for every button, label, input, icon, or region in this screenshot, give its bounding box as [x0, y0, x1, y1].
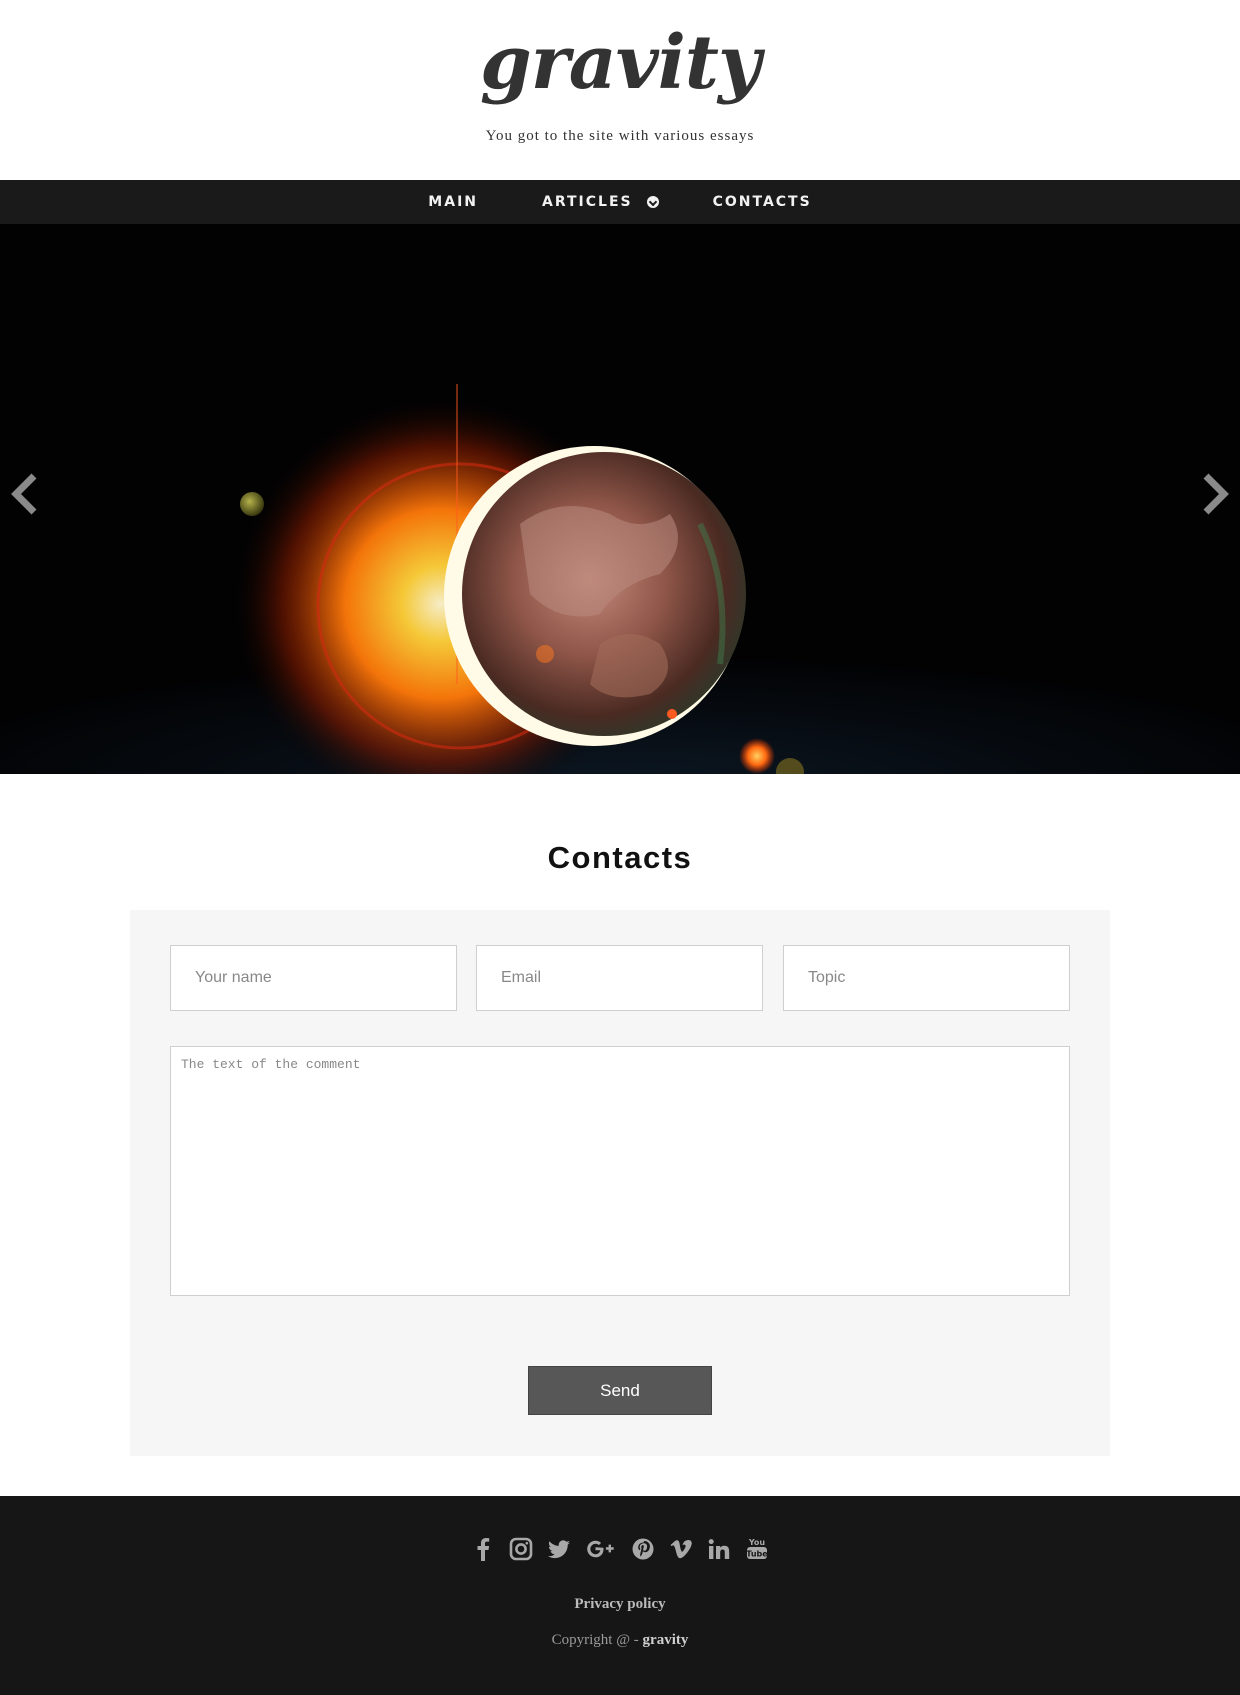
facebook-icon[interactable]	[471, 1536, 495, 1562]
site-footer: You Tube Privacy policy Copyright @ - gra…	[0, 1496, 1240, 1695]
nav-item-articles[interactable]: ARTICLES	[542, 194, 659, 210]
site-header: gravity You got to the site with various…	[0, 0, 1240, 180]
privacy-policy-link[interactable]: Privacy policy	[0, 1596, 1240, 1613]
instagram-icon[interactable]	[509, 1536, 533, 1562]
topic-field[interactable]	[783, 945, 1070, 1011]
hero-slider	[0, 224, 1240, 774]
nav-item-contacts[interactable]: CONTACTS	[713, 194, 812, 210]
copyright-prefix: Copyright @ -	[551, 1632, 643, 1648]
nav-item-label: CONTACTS	[712, 194, 812, 210]
nav-item-label: MAIN	[428, 194, 478, 210]
send-button[interactable]: Send	[528, 1366, 712, 1415]
contact-form: Send	[130, 910, 1110, 1456]
twitter-icon[interactable]	[547, 1536, 571, 1562]
site-tagline: You got to the site with various essays	[485, 128, 755, 144]
social-links: You Tube	[0, 1536, 1240, 1562]
nav-item-main[interactable]: MAIN	[428, 194, 478, 210]
site-logo[interactable]: gravity	[0, 26, 1240, 100]
name-field[interactable]	[170, 945, 457, 1011]
nav-item-label: ARTICLES	[542, 194, 633, 210]
main-nav: MAIN ARTICLES CONTACTS	[0, 180, 1240, 224]
svg-text:You: You	[748, 1538, 766, 1547]
chevron-left-icon[interactable]	[10, 472, 40, 516]
hero-image	[230, 384, 804, 774]
copyright-brand-link[interactable]: gravity	[643, 1632, 689, 1648]
youtube-icon[interactable]: You Tube	[745, 1536, 769, 1562]
email-field[interactable]	[476, 945, 763, 1011]
linkedin-icon[interactable]	[707, 1536, 731, 1562]
pinterest-icon[interactable]	[631, 1536, 655, 1562]
comment-textarea[interactable]	[170, 1046, 1070, 1296]
chevron-right-icon[interactable]	[1200, 472, 1230, 516]
svg-text:Tube: Tube	[746, 1550, 768, 1559]
vimeo-icon[interactable]	[669, 1536, 693, 1562]
google-plus-icon[interactable]	[585, 1536, 617, 1562]
page-title: Contacts	[547, 840, 693, 875]
copyright-text: Copyright @ - gravity	[0, 1632, 1240, 1649]
chevron-down-circle-icon[interactable]	[646, 196, 659, 208]
